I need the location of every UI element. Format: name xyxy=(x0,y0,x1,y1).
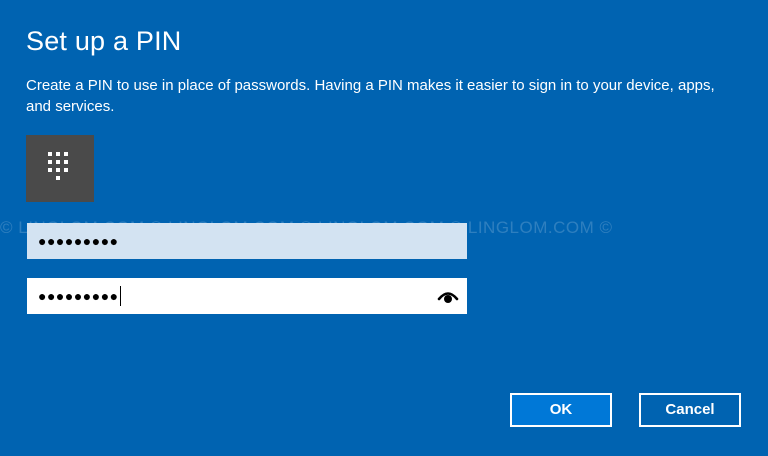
confirm-pin-value: ●●●●●●●●● xyxy=(38,288,119,304)
eye-icon xyxy=(437,292,459,303)
text-caret xyxy=(119,285,121,306)
dialog-title: Set up a PIN xyxy=(26,26,182,56)
cancel-button[interactable]: Cancel xyxy=(639,393,741,427)
confirm-pin-input[interactable]: ●●●●●●●●● xyxy=(27,278,467,314)
new-pin-value: ●●●●●●●●● xyxy=(38,233,119,249)
setup-pin-dialog: Set up a PIN Create a PIN to use in plac… xyxy=(0,0,768,456)
new-pin-input[interactable]: ●●●●●●●●● xyxy=(27,223,467,259)
dialog-description: Create a PIN to use in place of password… xyxy=(26,77,715,115)
keypad-icon xyxy=(26,135,94,202)
reveal-pin-button[interactable] xyxy=(437,286,459,306)
confirm-pin-value-wrap: ●●●●●●●●● xyxy=(38,278,121,314)
ok-button[interactable]: OK xyxy=(510,393,612,427)
